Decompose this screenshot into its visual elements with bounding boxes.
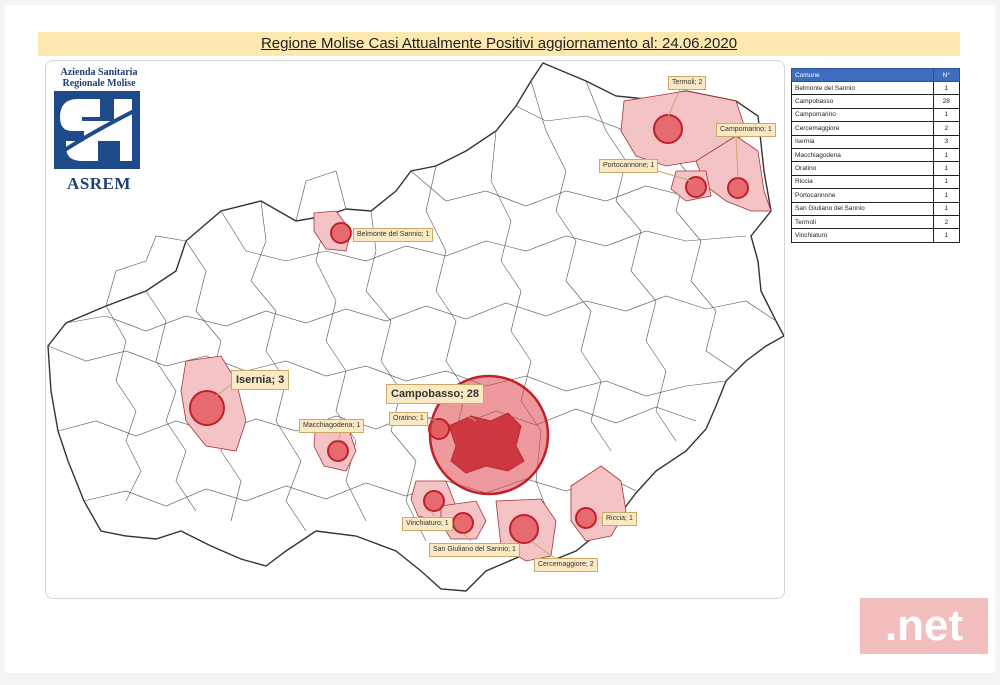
bubble-san-giuliano — [452, 512, 474, 534]
logo-line-1: Azienda Sanitaria — [60, 67, 138, 78]
cell-count: 1 — [932, 201, 961, 216]
cell-comune: Campomarino — [791, 107, 934, 123]
bubble-cercemaggiore — [509, 514, 539, 544]
callout-belmonte: Belmonte del Sannio; 1 — [353, 228, 434, 242]
cell-comune: Portocannone — [791, 188, 934, 203]
cell-comune: Isernia — [791, 134, 934, 149]
table-row: San Giuliano del Sannio 1 — [791, 201, 961, 216]
cell-comune: Campobasso — [791, 94, 934, 109]
header-count: N° — [932, 68, 961, 82]
cell-comune: Termoli — [791, 214, 934, 230]
header-comune: Comune — [791, 68, 934, 82]
table-header-row: Comune N° — [791, 68, 961, 82]
cell-count: 1 — [932, 174, 961, 190]
bubble-belmonte — [330, 222, 352, 244]
site-watermark: .net — [860, 598, 988, 654]
asrem-emblem-icon — [54, 91, 140, 169]
cell-count: 1 — [932, 188, 961, 203]
table-row: Belmonte del Sannio 1 — [791, 80, 961, 96]
map-panel: Azienda Sanitaria Regionale Molise ASREM… — [45, 60, 785, 599]
callout-macchiagodena: Macchiagodena; 1 — [299, 419, 365, 433]
callout-campobasso: Campobasso; 28 — [386, 384, 485, 404]
callout-termoli: Termoli; 2 — [668, 76, 707, 90]
cases-table: Comune N° Belmonte del Sannio 1 Campobass… — [791, 68, 961, 243]
cell-comune: Cercemaggiore — [791, 121, 934, 136]
cell-comune: Belmonte del Sannio — [791, 80, 934, 96]
bubble-termoli — [653, 114, 683, 144]
bubble-riccia — [575, 507, 597, 529]
bubble-isernia — [189, 390, 225, 426]
table-row: Cercemaggiore 2 — [791, 121, 961, 136]
callout-san-giuliano: San Giuliano del Sannio; 1 — [429, 543, 520, 557]
cell-comune: Vinchiaturo — [791, 228, 934, 243]
cell-comune: Riccia — [791, 174, 934, 190]
cell-comune: Oratino — [791, 161, 934, 176]
cell-comune: San Giuliano del Sannio — [791, 201, 934, 216]
callout-isernia: Isernia; 3 — [231, 370, 290, 390]
cell-count: 1 — [932, 228, 961, 243]
callout-oratino: Oratino; 1 — [389, 412, 428, 426]
bubble-oratino — [428, 418, 450, 440]
cell-count: 3 — [932, 134, 961, 149]
page-title: Regione Molise Casi Attualmente Positivi… — [38, 32, 960, 56]
cell-count: 2 — [932, 121, 961, 136]
callout-campomarino: Campomarino; 1 — [716, 123, 776, 137]
callout-riccia: Riccia; 1 — [602, 512, 637, 526]
table-row: Riccia 1 — [791, 174, 961, 190]
cell-count: 1 — [932, 80, 961, 96]
table-row: Termoli 2 — [791, 214, 961, 230]
bubble-vinchiaturo — [423, 490, 445, 512]
table-row: Vinchiaturo 1 — [791, 228, 961, 243]
cell-count: 1 — [932, 161, 961, 176]
cell-comune: Macchiagodena — [791, 147, 934, 163]
callout-vinchiaturo: Vinchiaturo; 1 — [402, 517, 453, 531]
table-row: Campobasso 28 — [791, 94, 961, 109]
logo-name: ASREM — [67, 174, 131, 193]
logo-line-2: Regionale Molise — [62, 78, 136, 89]
table-row: Isernia 3 — [791, 134, 961, 149]
cell-count: 28 — [932, 94, 961, 109]
asrem-logo: Azienda Sanitaria Regionale Molise ASREM — [54, 67, 144, 193]
table-row: Oratino 1 — [791, 161, 961, 176]
callout-portocannone: Portocannone; 1 — [599, 159, 659, 173]
cell-count: 1 — [932, 107, 961, 123]
callout-cercemaggiore: Cercemaggiore; 2 — [534, 558, 598, 572]
bubble-macchiagodena — [327, 440, 349, 462]
table-row: Portocannone 1 — [791, 188, 961, 203]
cell-count: 2 — [932, 214, 961, 230]
cell-count: 1 — [932, 147, 961, 163]
bubble-campomarino — [727, 177, 749, 199]
table-row: Macchiagodena 1 — [791, 147, 961, 163]
table-row: Campomarino 1 — [791, 107, 961, 123]
